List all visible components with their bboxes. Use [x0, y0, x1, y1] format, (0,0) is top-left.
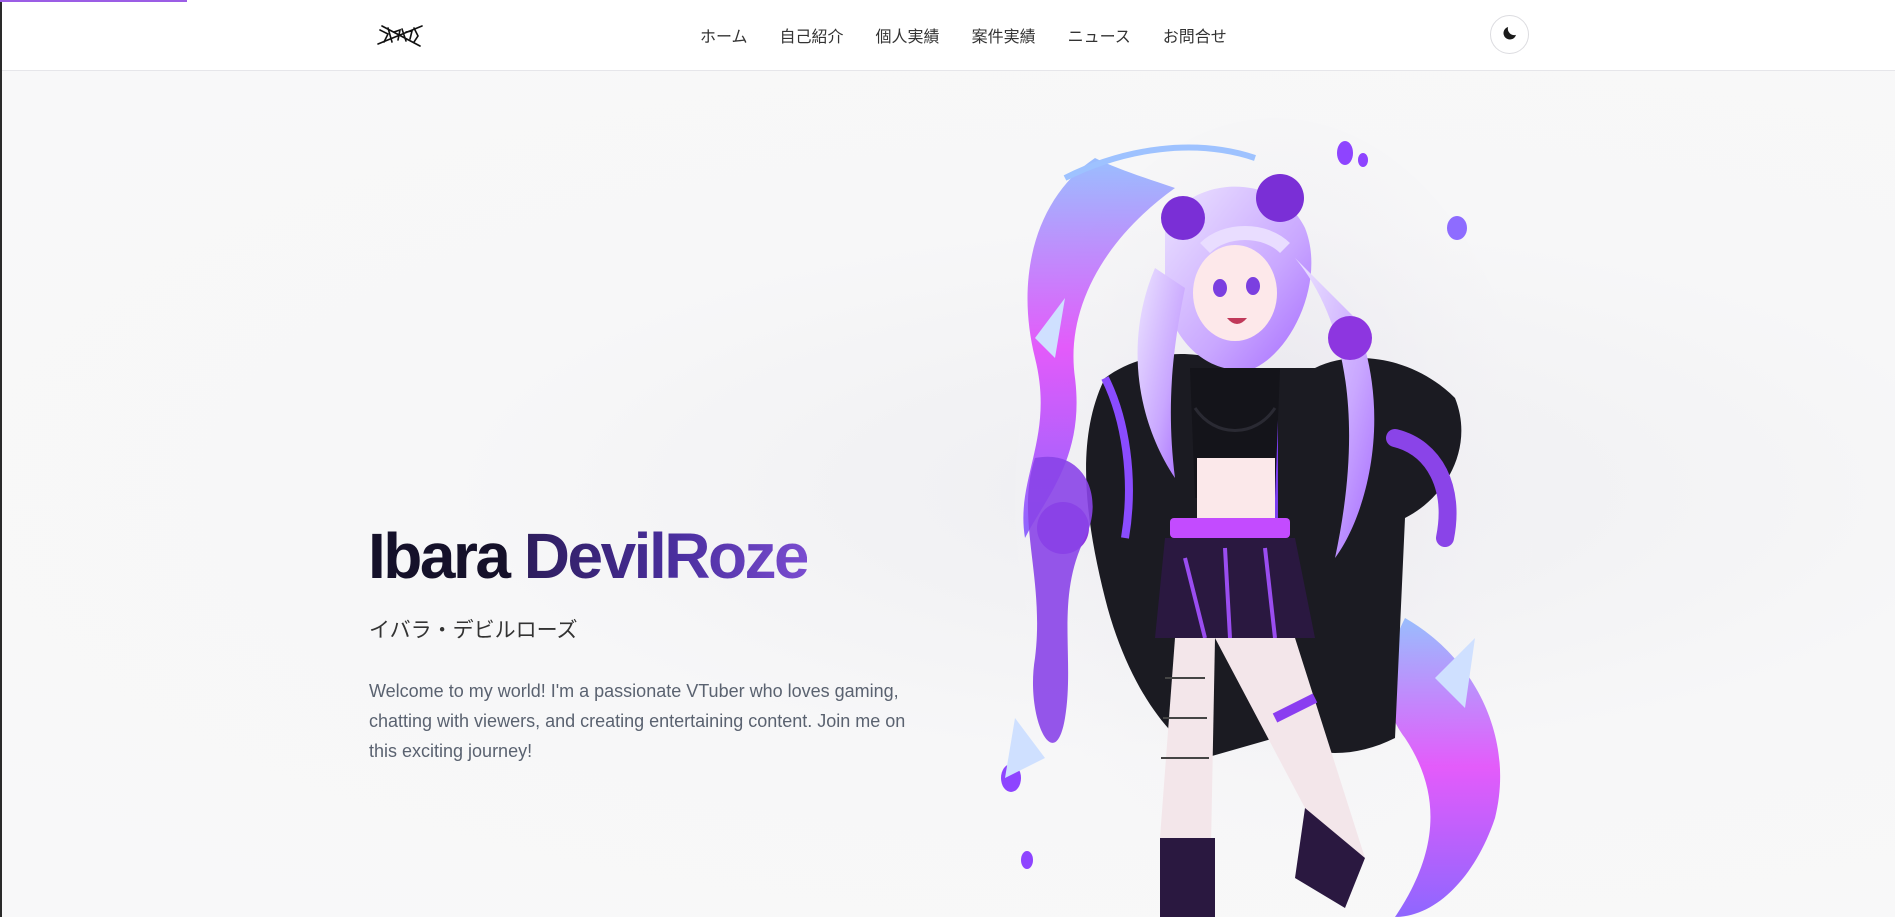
moon-icon — [1501, 24, 1519, 46]
site-logo-icon[interactable] — [376, 20, 424, 50]
window-edge — [0, 0, 2, 917]
hero-intro-text: Welcome to my world! I'm a passionate VT… — [369, 681, 906, 761]
nav-personal-works[interactable]: 個人実績 — [876, 23, 940, 47]
main-nav: ホーム 自己紹介 個人実績 案件実績 ニュース お問合せ — [700, 0, 1227, 70]
hero-background — [0, 71, 1895, 917]
nav-about[interactable]: 自己紹介 — [780, 23, 844, 47]
nav-project-works[interactable]: 案件実績 — [972, 23, 1036, 47]
hero-name: Ibara DevilRoze — [368, 516, 810, 596]
hero-name-first: Ibara — [368, 520, 524, 592]
nav-contact[interactable]: お問合せ — [1163, 23, 1227, 47]
theme-toggle-button[interactable] — [1490, 15, 1529, 54]
nav-news[interactable]: ニュース — [1068, 23, 1131, 47]
hero-name-kana: イバラ・デビルローズ — [369, 618, 578, 642]
character-illustration — [975, 118, 1535, 917]
site-header: ホーム 自己紹介 個人実績 案件実績 ニュース お問合せ — [0, 0, 1895, 71]
scroll-progress-bar — [0, 0, 187, 2]
hero-name-last: DevilRoze — [523, 520, 810, 592]
nav-home[interactable]: ホーム — [700, 23, 748, 47]
